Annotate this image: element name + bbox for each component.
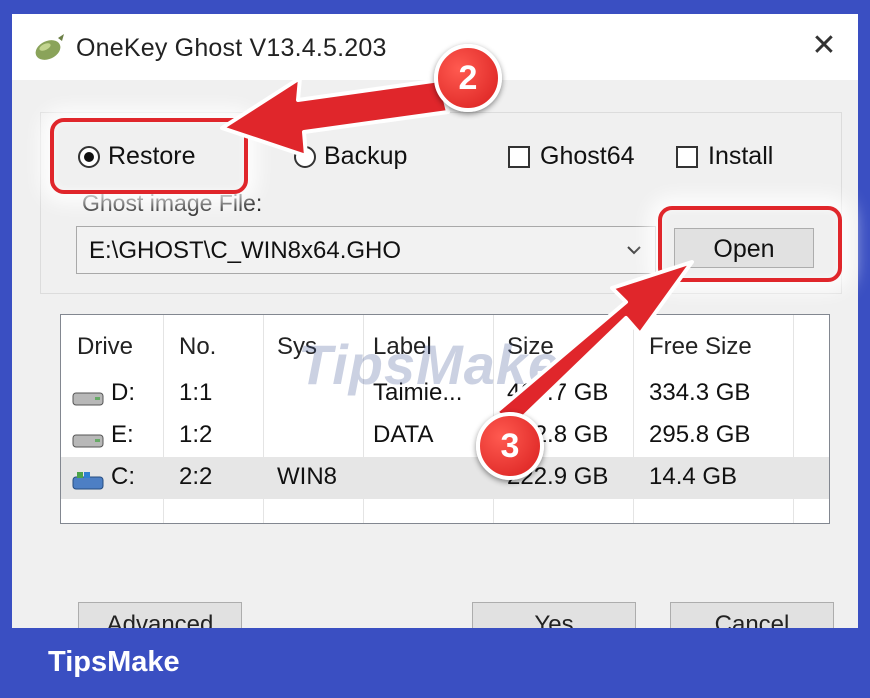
- image-file-path: E:\GHOST\C_WIN8x64.GHO: [89, 237, 402, 264]
- backup-radio[interactable]: Backup: [294, 142, 407, 171]
- checkbox-icon: [676, 145, 698, 168]
- ghost64-checkbox[interactable]: Ghost64: [508, 142, 635, 171]
- step-2-badge: 2: [434, 44, 502, 112]
- install-label: Install: [708, 142, 774, 170]
- cell-drive: E:: [111, 421, 134, 448]
- system-drive-icon: [72, 472, 104, 490]
- cell-free-size: 334.3 GB: [649, 379, 751, 406]
- hard-drive-icon: [72, 392, 104, 406]
- cell-no: 1:2: [179, 421, 213, 448]
- window-title: OneKey Ghost V13.4.5.203: [76, 34, 387, 62]
- cell-no: 1:1: [179, 379, 213, 406]
- onekey-ghost-window: OneKey Ghost V13.4.5.203 ✕ Restore Backu…: [12, 14, 858, 640]
- radio-unchecked-icon: [294, 145, 316, 168]
- cell-free-size: 14.4 GB: [649, 463, 738, 490]
- frame-left-bar: [0, 0, 12, 640]
- cell-sys: WIN8: [277, 463, 337, 490]
- checkbox-icon: [508, 145, 530, 168]
- tipsmake-watermark: TipsMake: [298, 333, 561, 396]
- frame-top-bar: [0, 0, 870, 14]
- close-button[interactable]: ✕: [806, 28, 842, 64]
- step-3-badge: 3: [476, 412, 544, 480]
- chevron-down-icon[interactable]: [623, 239, 645, 261]
- ghost64-label: Ghost64: [540, 142, 635, 170]
- partition-row-e[interactable]: E: 1:2 DATA 422.8 GB 295.8 GB: [61, 415, 829, 457]
- footer-bar: TipsMake: [0, 628, 870, 698]
- open-highlight-box: [658, 206, 842, 282]
- ghost-app-icon: [35, 34, 64, 60]
- cell-drive: C:: [111, 463, 135, 490]
- image-file-combobox[interactable]: E:\GHOST\C_WIN8x64.GHO: [76, 226, 656, 274]
- partition-row-c[interactable]: C: 2:2 WIN8 222.9 GB 14.4 GB: [61, 457, 829, 499]
- cell-free-size: 295.8 GB: [649, 421, 751, 448]
- column-header-no[interactable]: No.: [179, 333, 216, 361]
- restore-highlight-box: [50, 118, 248, 194]
- cell-label: DATA: [373, 421, 434, 448]
- cell-no: 2:2: [179, 463, 213, 490]
- ghost-image-file-label: Ghost image File:: [82, 190, 263, 216]
- hard-drive-icon: [72, 434, 104, 448]
- column-header-free-size[interactable]: Free Size: [649, 333, 752, 361]
- backup-label: Backup: [324, 142, 408, 170]
- cell-drive: D:: [111, 379, 135, 406]
- footer-brand: TipsMake: [48, 646, 180, 678]
- install-checkbox[interactable]: Install: [676, 142, 773, 171]
- frame-right-bar: [858, 0, 870, 640]
- column-header-drive[interactable]: Drive: [77, 333, 133, 361]
